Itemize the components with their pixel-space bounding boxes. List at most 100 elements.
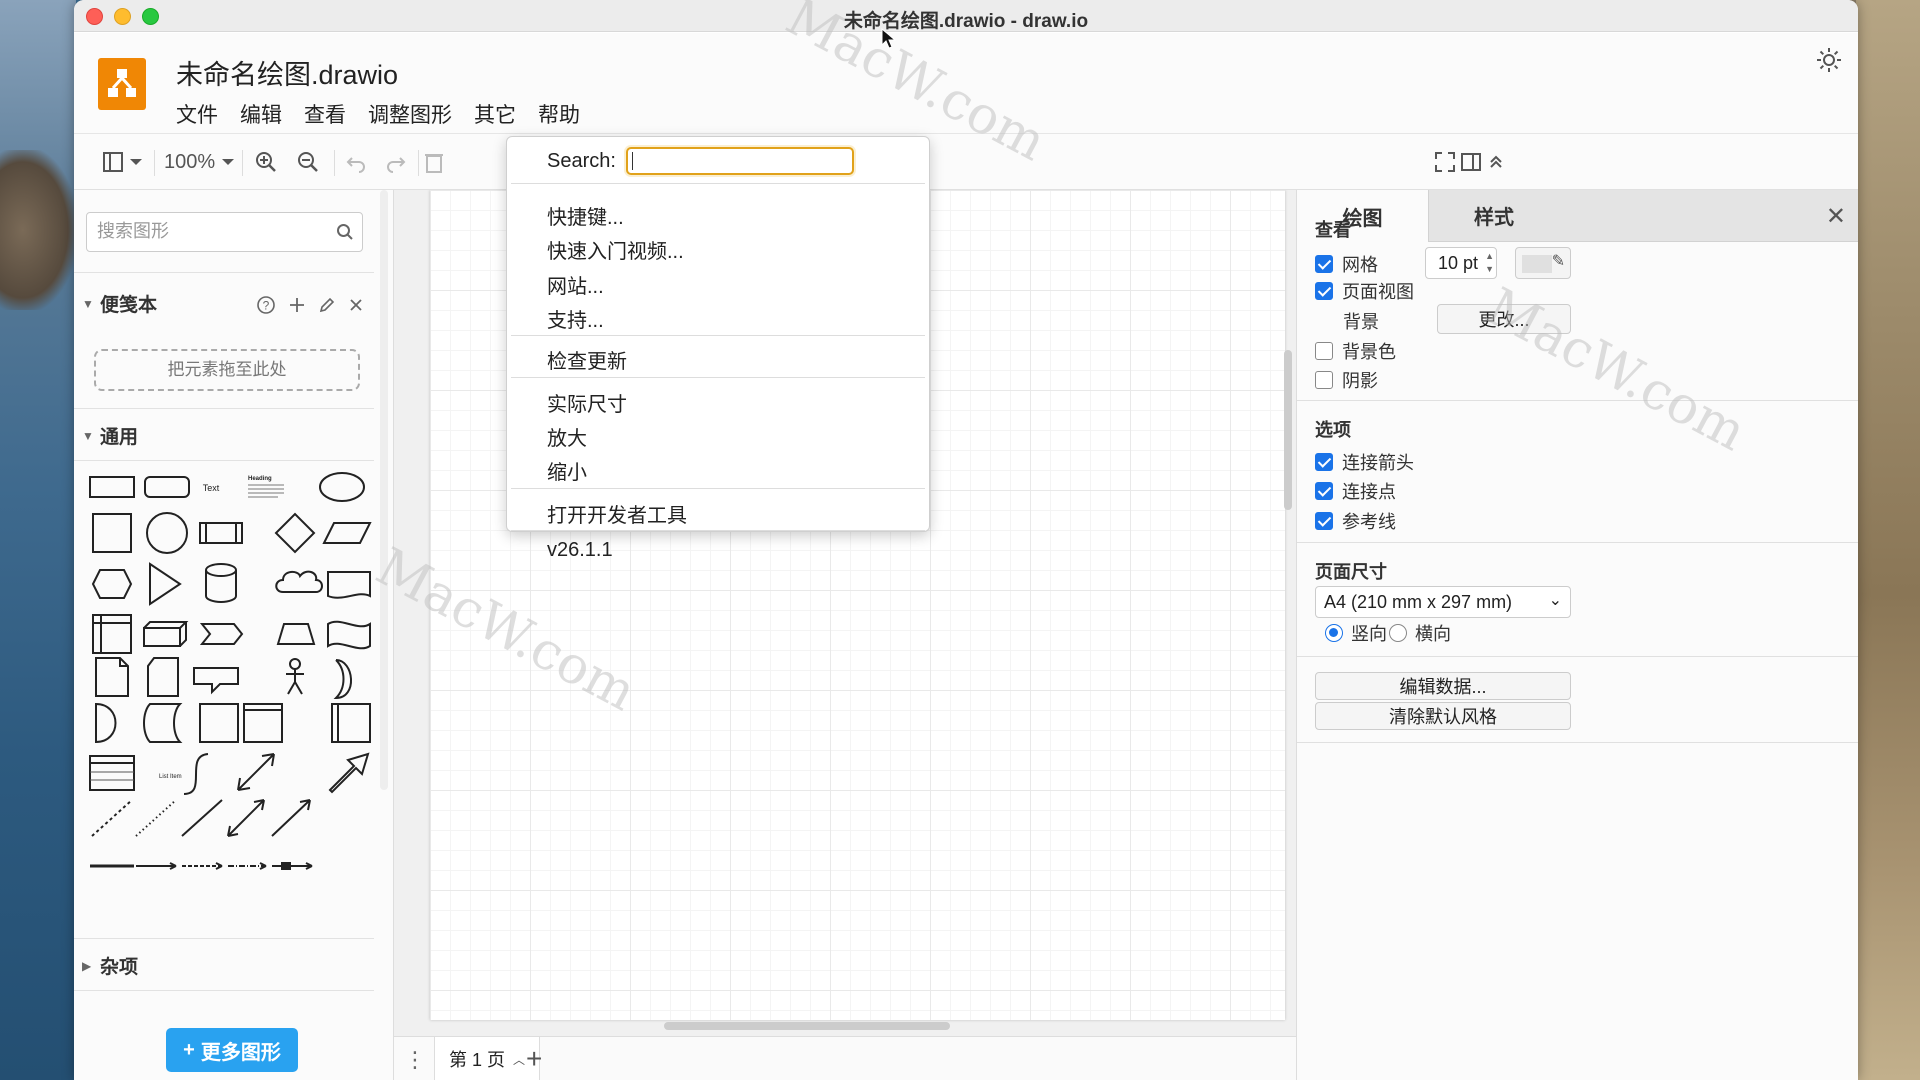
- menu-item-support[interactable]: 支持...: [547, 304, 604, 333]
- close-panel-icon[interactable]: ✕: [1826, 202, 1846, 231]
- clear-default-style-button[interactable]: 清除默认风格: [1315, 702, 1571, 730]
- page-tab[interactable]: 第 1 页 ︿: [434, 1037, 541, 1080]
- scratchpad-header[interactable]: ▼ 便笺本: [82, 290, 157, 317]
- undo-button[interactable]: [344, 147, 368, 177]
- shape-cylinder[interactable]: [205, 563, 237, 603]
- zoom-dropdown[interactable]: 100%: [164, 147, 239, 177]
- menu-file[interactable]: 文件: [176, 99, 218, 129]
- shape-triangle[interactable]: [149, 562, 182, 606]
- shape-data-storage[interactable]: [143, 703, 183, 743]
- tab-style[interactable]: 样式: [1428, 190, 1559, 242]
- shape-bidirectional-connector[interactable]: [227, 799, 265, 837]
- shape-curve[interactable]: [183, 753, 209, 795]
- menu-item-website[interactable]: 网站...: [547, 270, 604, 299]
- misc-shapes-header[interactable]: ▶ 杂项: [82, 952, 138, 979]
- shape-list[interactable]: [89, 755, 135, 791]
- change-background-button[interactable]: 更改...: [1437, 304, 1571, 334]
- fullscreen-button[interactable]: [1434, 147, 1456, 177]
- canvas-horizontal-scrollbar[interactable]: [664, 1022, 950, 1030]
- chevron-up-icon[interactable]: ︿: [513, 1051, 525, 1068]
- close-icon[interactable]: [348, 297, 364, 313]
- sidebar-scrollbar[interactable]: [380, 190, 388, 790]
- scratchpad-drop-zone[interactable]: 把元素拖至此处: [94, 349, 360, 391]
- shape-callout[interactable]: [193, 667, 239, 695]
- shape-half-circle[interactable]: [95, 702, 117, 744]
- shape-circle[interactable]: [146, 512, 188, 554]
- document-filename[interactable]: 未命名绘图.drawio: [176, 53, 398, 92]
- shape-trapezoid[interactable]: [276, 623, 316, 645]
- shape-text[interactable]: Text: [203, 483, 220, 493]
- redo-button[interactable]: [384, 147, 408, 177]
- shape-line[interactable]: [181, 799, 223, 837]
- shape-directional-connector[interactable]: [271, 799, 311, 837]
- shape-list-item[interactable]: List Item: [159, 774, 182, 780]
- shape-connector-arrow[interactable]: [136, 862, 177, 870]
- shape-arrow[interactable]: [328, 752, 370, 794]
- shape-card[interactable]: [147, 657, 179, 697]
- collapse-toolbar-button[interactable]: [1488, 147, 1504, 177]
- grid-color-button[interactable]: ✎: [1515, 247, 1571, 279]
- zoom-out-button[interactable]: [296, 147, 320, 177]
- theme-toggle-icon[interactable]: [1814, 45, 1844, 75]
- shape-or[interactable]: [333, 659, 352, 700]
- guides-checkbox[interactable]: 参考线: [1315, 508, 1396, 534]
- shape-dashed-connector[interactable]: [182, 862, 223, 870]
- shape-square-2[interactable]: [199, 703, 239, 743]
- edit-icon[interactable]: [318, 296, 336, 314]
- shape-cube[interactable]: [143, 621, 189, 647]
- sidebar-toggle-button[interactable]: [102, 147, 146, 177]
- shape-note[interactable]: [95, 657, 129, 697]
- menu-view[interactable]: 查看: [304, 99, 346, 129]
- connection-points-checkbox[interactable]: 连接点: [1315, 478, 1396, 504]
- shape-document[interactable]: [327, 571, 371, 599]
- shape-search-input[interactable]: [97, 221, 317, 242]
- shape-diamond[interactable]: [274, 512, 316, 554]
- background-color-checkbox[interactable]: 背景色: [1315, 338, 1396, 364]
- shape-vertical-container[interactable]: [331, 703, 371, 743]
- shape-cloud[interactable]: [275, 570, 323, 593]
- menu-item-zoom-out[interactable]: 缩小: [547, 456, 587, 485]
- format-panel-toggle[interactable]: [1460, 147, 1482, 177]
- more-shapes-button[interactable]: + 更多图形: [166, 1028, 298, 1072]
- shape-bidirectional-arrow[interactable]: [237, 753, 275, 791]
- edit-data-button[interactable]: 编辑数据...: [1315, 672, 1571, 700]
- shape-parallelogram[interactable]: [322, 522, 372, 544]
- grid-size-input[interactable]: 10 pt ▲ ▼: [1425, 247, 1497, 279]
- pages-menu-icon[interactable]: ⋮: [404, 1047, 426, 1073]
- shape-square[interactable]: [92, 513, 132, 553]
- canvas-vertical-scrollbar[interactable]: [1284, 350, 1292, 510]
- shape-textbox[interactable]: Heading: [248, 476, 284, 498]
- shape-internal-storage[interactable]: [92, 614, 132, 654]
- menu-extras[interactable]: 其它: [474, 99, 516, 129]
- landscape-radio[interactable]: 横向: [1389, 620, 1451, 646]
- shape-container[interactable]: [243, 703, 283, 743]
- shape-step[interactable]: [199, 623, 244, 645]
- menu-edit[interactable]: 编辑: [240, 99, 282, 129]
- delete-button[interactable]: [424, 147, 444, 177]
- menu-item-actual-size[interactable]: 实际尺寸: [547, 388, 627, 417]
- page-size-select[interactable]: A4 (210 mm x 297 mm) ⌄: [1315, 586, 1571, 618]
- shape-association[interactable]: [272, 862, 313, 870]
- add-page-icon[interactable]: +: [526, 1043, 542, 1075]
- menu-help[interactable]: 帮助: [538, 99, 580, 129]
- shape-tape[interactable]: [327, 620, 371, 650]
- zoom-in-button[interactable]: [254, 147, 278, 177]
- grid-checkbox[interactable]: 网格: [1315, 251, 1378, 277]
- shape-rectangle[interactable]: [89, 476, 135, 498]
- menu-item-check-updates[interactable]: 检查更新: [547, 345, 627, 374]
- shape-rounded-rectangle[interactable]: [144, 476, 190, 498]
- menu-item-zoom-in[interactable]: 放大: [547, 422, 587, 451]
- menu-item-dev-tools[interactable]: 打开开发者工具: [547, 499, 687, 528]
- page-view-checkbox[interactable]: 页面视图: [1315, 278, 1414, 304]
- connection-arrows-checkbox[interactable]: 连接箭头: [1315, 449, 1414, 475]
- portrait-radio[interactable]: 竖向: [1325, 620, 1387, 646]
- shape-actor[interactable]: [286, 658, 304, 695]
- shape-dashed-line[interactable]: [91, 799, 133, 837]
- menu-arrange[interactable]: 调整图形: [368, 99, 452, 129]
- general-shapes-header[interactable]: ▼ 通用: [82, 422, 138, 449]
- help-icon[interactable]: ?: [256, 295, 276, 315]
- shape-hexagon[interactable]: [91, 569, 133, 599]
- menu-item-quickstart-video[interactable]: 快速入门视频...: [547, 235, 684, 264]
- shape-process[interactable]: [199, 522, 243, 544]
- shape-dotted-line[interactable]: [135, 799, 177, 837]
